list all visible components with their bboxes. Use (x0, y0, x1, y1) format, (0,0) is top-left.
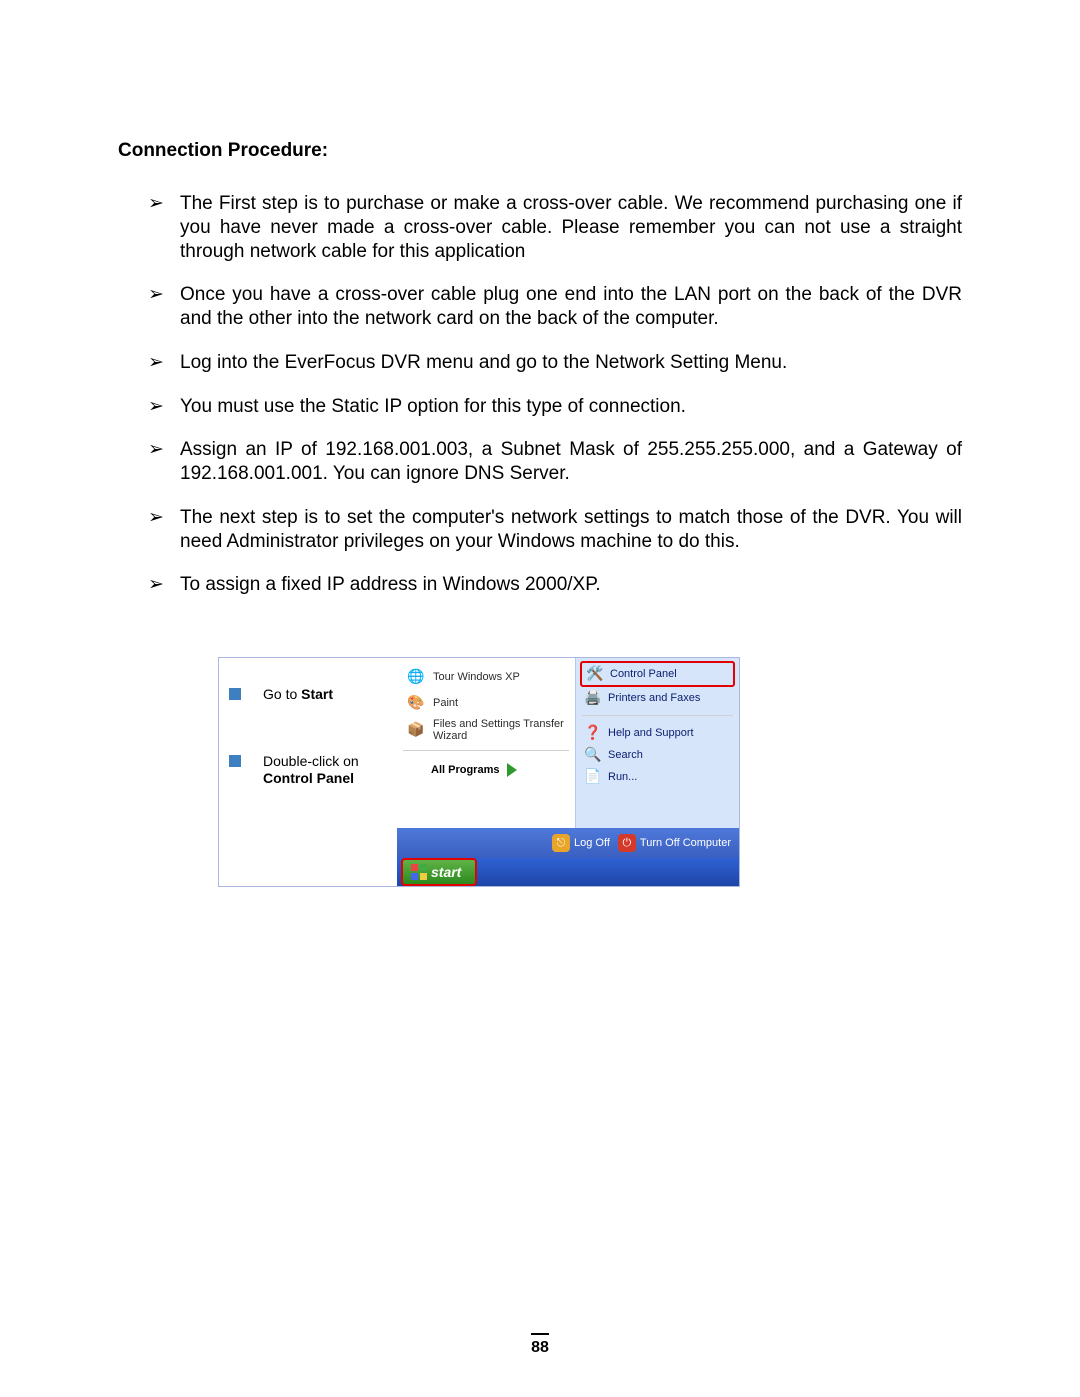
taskbar: start (397, 858, 739, 886)
label: Search (608, 749, 643, 761)
control-panel-icon: 🛠️ (586, 665, 604, 683)
menu-item-wizard[interactable]: 📦 Files and Settings Transfer Wizard (401, 716, 571, 744)
instruction-panel: Go to Start Double-click on Control Pane… (219, 658, 397, 886)
logoff-button[interactable]: ⎋ Log Off (552, 834, 610, 852)
all-programs[interactable]: All Programs (401, 757, 571, 779)
menu-item-tour[interactable]: 🌐 Tour Windows XP (401, 664, 571, 690)
windows-logo-icon (411, 864, 427, 880)
section-heading: Connection Procedure: (118, 140, 962, 162)
logoff-icon: ⎋ (552, 834, 570, 852)
bullet-item: You must use the Static IP option for th… (148, 395, 962, 419)
tour-icon: 🌐 (405, 666, 427, 688)
power-icon: ⏻ (618, 834, 636, 852)
arrow-right-icon (507, 763, 517, 777)
label: Help and Support (608, 727, 694, 739)
screenshot-figure: Go to Start Double-click on Control Pane… (218, 657, 740, 887)
search-icon: 🔍 (584, 746, 602, 764)
label: Tour Windows XP (433, 671, 520, 683)
bullet-item: Log into the EverFocus DVR menu and go t… (148, 351, 962, 375)
instruction-step: Double-click on Control Panel (263, 753, 359, 787)
label: All Programs (431, 764, 499, 776)
bullet-item: The next step is to set the computer's n… (148, 506, 962, 554)
bullet-item: The First step is to purchase or make a … (148, 192, 962, 263)
label: Control Panel (610, 668, 677, 680)
menu-item-control-panel[interactable]: 🛠️ Control Panel (580, 661, 735, 687)
menu-item-help[interactable]: ❓ Help and Support (580, 722, 735, 744)
printer-icon: 🖨️ (584, 689, 602, 707)
bullet-item: To assign a fixed IP address in Windows … (148, 573, 962, 597)
bullet-item: Assign an IP of 192.168.001.003, a Subne… (148, 438, 962, 486)
label: Printers and Faxes (608, 692, 700, 704)
square-bullet-icon (229, 755, 241, 767)
bullet-item: Once you have a cross-over cable plug on… (148, 283, 962, 331)
menu-item-printers[interactable]: 🖨️ Printers and Faxes (580, 687, 735, 709)
label: Files and Settings Transfer Wizard (433, 718, 567, 742)
menu-item-search[interactable]: 🔍 Search (580, 744, 735, 766)
text: Double-click on (263, 753, 359, 769)
paint-icon: 🎨 (405, 692, 427, 714)
help-icon: ❓ (584, 724, 602, 742)
label: Turn Off Computer (640, 837, 731, 849)
start-menu-footer: ⎋ Log Off ⏻ Turn Off Computer (397, 828, 739, 858)
start-menu: 🌐 Tour Windows XP 🎨 Paint 📦 Files and Se… (397, 658, 739, 886)
label: Run... (608, 771, 637, 783)
label: start (431, 864, 461, 880)
menu-item-run[interactable]: 📄 Run... (580, 766, 735, 788)
start-button[interactable]: start (401, 858, 477, 886)
start-menu-left-column: 🌐 Tour Windows XP 🎨 Paint 📦 Files and Se… (397, 658, 575, 828)
label: Log Off (574, 837, 610, 849)
separator (403, 750, 569, 751)
run-icon: 📄 (584, 768, 602, 786)
wizard-icon: 📦 (405, 719, 427, 741)
text-bold: Control Panel (263, 770, 354, 786)
start-menu-right-column: 🛠️ Control Panel 🖨️ Printers and Faxes ❓… (575, 658, 739, 828)
text: Go to (263, 686, 301, 702)
instruction-step: Go to Start (263, 686, 333, 703)
procedure-list: The First step is to purchase or make a … (148, 192, 962, 597)
separator (582, 715, 733, 716)
turnoff-button[interactable]: ⏻ Turn Off Computer (618, 834, 731, 852)
label: Paint (433, 697, 458, 709)
menu-item-paint[interactable]: 🎨 Paint (401, 690, 571, 716)
square-bullet-icon (229, 688, 241, 700)
page-number: 88 (0, 1333, 1080, 1357)
text-bold: Start (301, 686, 333, 702)
